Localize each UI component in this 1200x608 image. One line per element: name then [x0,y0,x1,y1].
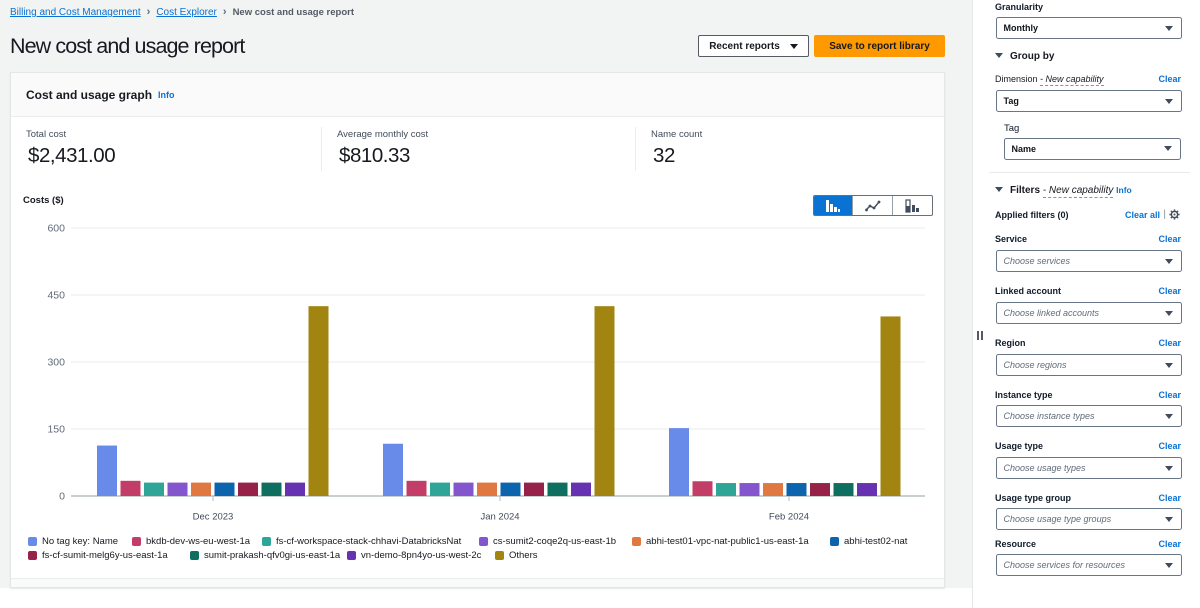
svg-text:150: 150 [47,424,65,436]
svg-text:600: 600 [47,223,65,235]
svg-text:450: 450 [47,290,65,302]
svg-text:Dec 2023: Dec 2023 [193,512,234,523]
svg-text:0: 0 [59,491,65,503]
svg-text:300: 300 [47,357,65,369]
svg-text:Jan 2024: Jan 2024 [480,512,519,523]
svg-text:Feb 2024: Feb 2024 [769,512,809,523]
